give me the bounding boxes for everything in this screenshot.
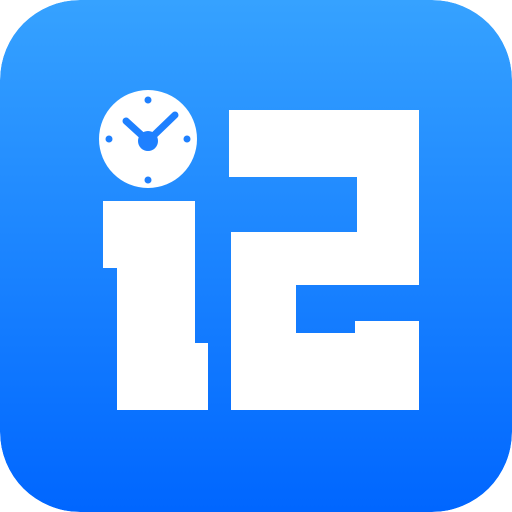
clock-tick-12	[144, 96, 152, 104]
clock-center	[138, 131, 158, 151]
clock-tick-6	[144, 176, 152, 184]
app-icon[interactable]	[0, 0, 512, 512]
digit-2-glyph	[229, 110, 419, 410]
clock-icon	[99, 90, 197, 188]
clock-tick-9	[105, 135, 113, 143]
app-icon-graphic	[0, 0, 512, 512]
letter-i-glyph	[103, 201, 208, 410]
clock-tick-3	[183, 135, 191, 143]
